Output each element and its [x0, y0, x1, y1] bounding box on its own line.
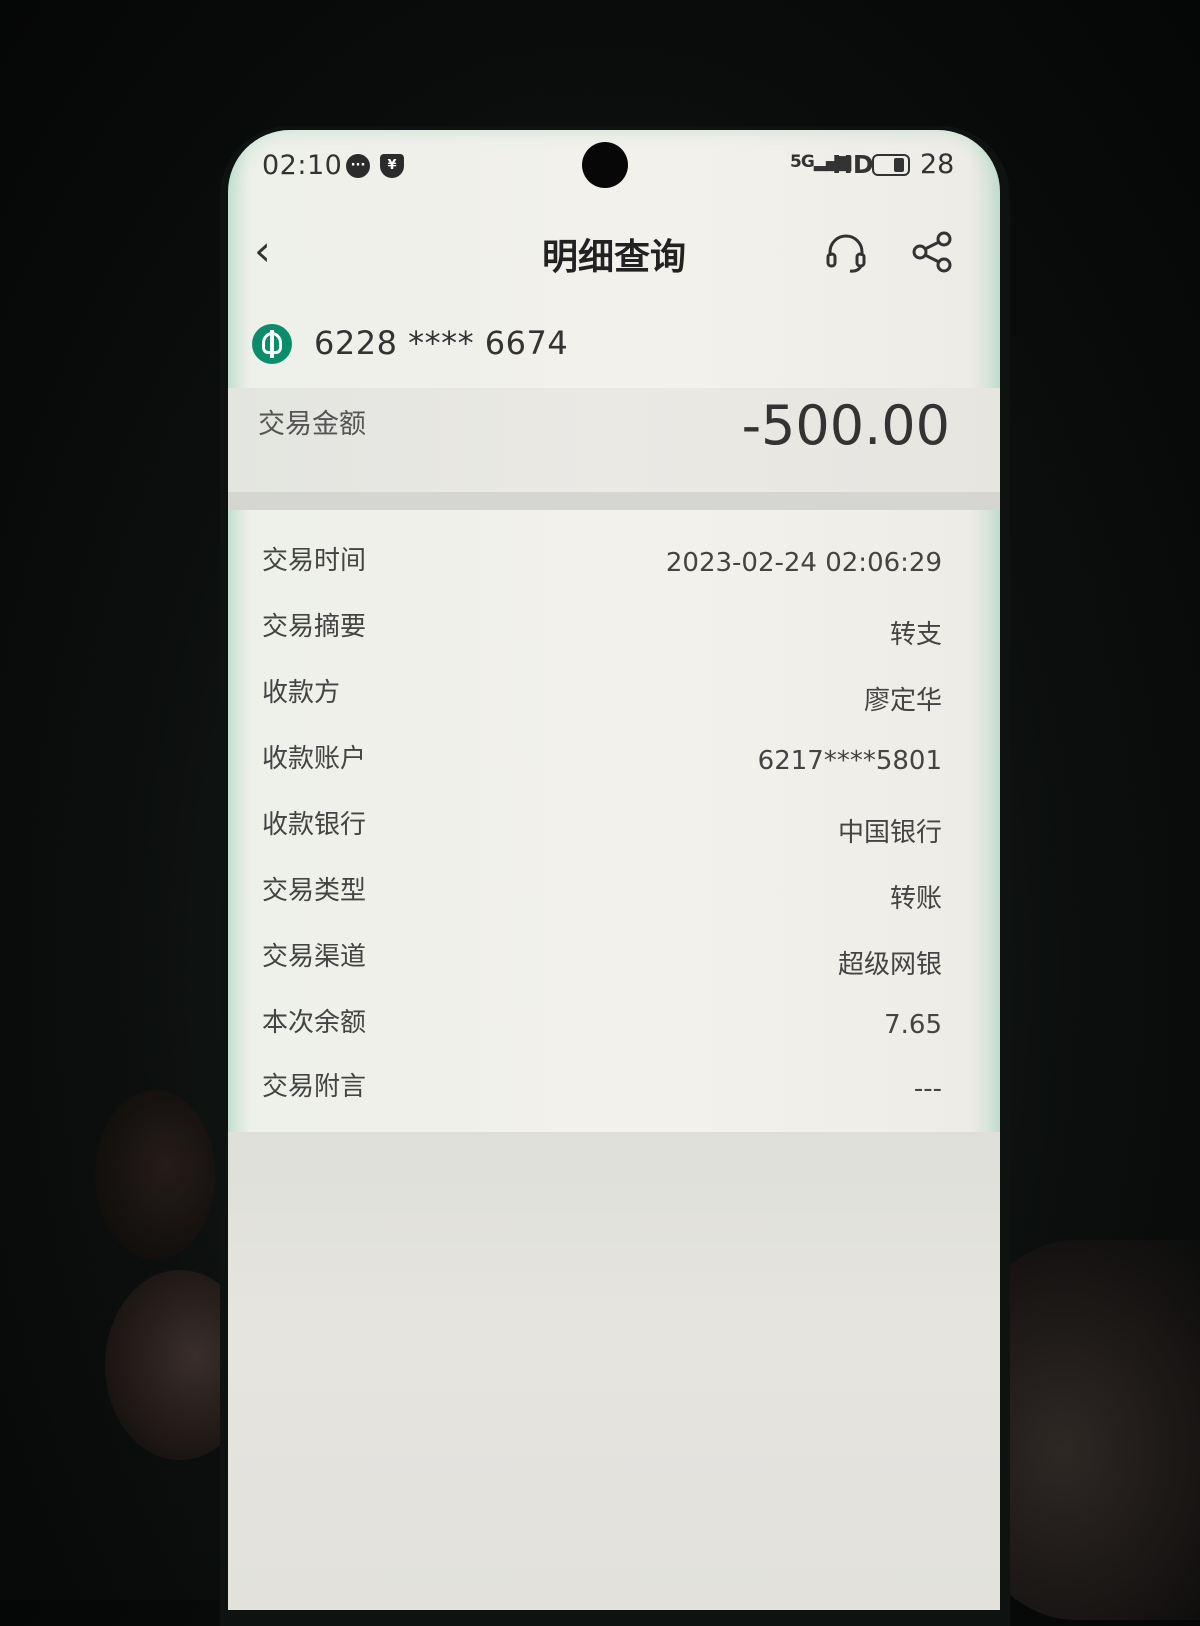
empty-area: [228, 1132, 1000, 1610]
detail-label: 收款账户: [262, 744, 367, 774]
detail-label: 交易渠道: [262, 942, 367, 972]
detail-label: 交易摘要: [262, 612, 367, 642]
detail-row: 收款账户 6217****5801: [228, 738, 1000, 798]
amount-row: 交易金额 -500.00: [228, 388, 1000, 492]
detail-label: 交易类型: [262, 876, 367, 906]
detail-row: 收款银行 中国银行: [228, 804, 1000, 864]
section-divider: [228, 492, 1000, 510]
page-title: 明细查询: [541, 237, 686, 278]
bank-logo-icon: [252, 324, 292, 364]
amount-label: 交易金额: [258, 409, 366, 440]
phone-screen: 02:10 ··· ¥ 5G▂▄▆ HD 28 ‹ 明细查询 6228 ****…: [228, 130, 1000, 1610]
navigation-bar: ‹ 明细查询: [228, 218, 1000, 288]
battery-icon: [872, 154, 910, 176]
battery-level: 28: [920, 149, 955, 180]
customer-service-icon[interactable]: [824, 230, 868, 274]
detail-row: 交易渠道 超级网银: [228, 936, 1000, 996]
detail-list: 交易时间 2023-02-24 02:06:29 交易摘要 转支 收款方 廖定华…: [228, 510, 1000, 1140]
detail-row: 本次余额 7.65: [228, 1002, 1000, 1062]
detail-label: 交易时间: [262, 546, 367, 576]
detail-row: 交易类型 转账: [228, 870, 1000, 930]
amount-value: -500.00: [741, 394, 950, 457]
detail-value: 6217****5801: [757, 746, 942, 776]
detail-label: 本次余额: [262, 1008, 367, 1038]
status-bar: 02:10 ··· ¥ 5G▂▄▆ HD 28: [228, 130, 1000, 202]
bank-notification-icon: ¥: [380, 154, 404, 178]
hd-indicator: HD: [832, 150, 874, 179]
detail-label: 收款方: [262, 678, 341, 708]
detail-value: 超级网银: [837, 950, 942, 980]
detail-label: 收款银行: [262, 810, 367, 840]
detail-row: 交易时间 2023-02-24 02:06:29: [228, 540, 1000, 600]
network-type: 5G: [790, 152, 815, 172]
detail-value: 7.65: [884, 1010, 942, 1040]
account-number: 6228 **** 6674: [314, 324, 569, 362]
front-camera: [582, 142, 628, 188]
detail-row: 收款方 廖定华: [228, 672, 1000, 732]
detail-value: ---: [913, 1074, 942, 1104]
background-finger: [95, 1090, 215, 1260]
share-icon[interactable]: [910, 230, 954, 274]
detail-value: 转账: [889, 884, 942, 914]
message-icon: ···: [346, 154, 370, 178]
detail-value: 2023-02-24 02:06:29: [665, 548, 942, 578]
detail-value: 廖定华: [863, 686, 942, 716]
detail-row: 交易附言 ---: [228, 1066, 1000, 1126]
detail-label: 交易附言: [262, 1072, 367, 1102]
status-time: 02:10: [262, 150, 343, 181]
detail-value: 转支: [889, 620, 942, 650]
detail-row: 交易摘要 转支: [228, 606, 1000, 666]
detail-value: 中国银行: [837, 818, 942, 848]
